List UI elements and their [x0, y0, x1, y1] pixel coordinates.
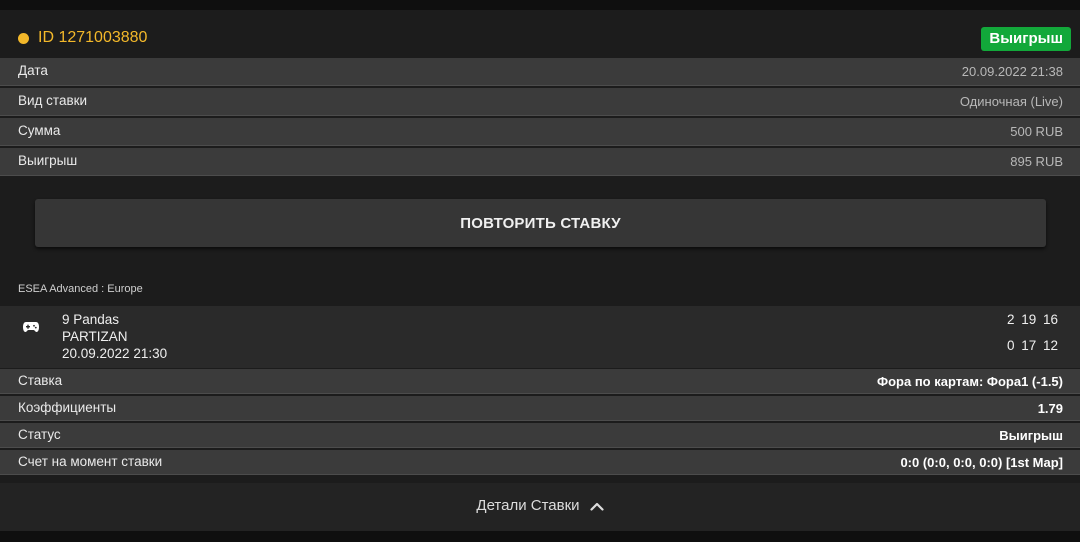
summary-label: Вид ставки: [18, 93, 88, 108]
team-2: PARTIZAN: [62, 329, 128, 344]
detail-label: Статус: [18, 427, 61, 442]
bet-header: ID 1271003880 Выигрыш: [0, 10, 1080, 58]
event-datetime: 20.09.2022 21:30: [62, 346, 168, 361]
team-1: 9 Pandas: [62, 312, 120, 327]
summary-row-bet-type: Вид ставки Одиночная (Live): [0, 88, 1080, 116]
detail-value: Выигрыш: [999, 428, 1063, 443]
summary-row-winnings: Выигрыш 895 RUB: [0, 148, 1080, 176]
bet-details-label: Детали Ставки: [476, 497, 580, 514]
bet-details-footer: Детали Ставки: [0, 483, 1080, 531]
summary-value: 20.09.2022 21:38: [961, 64, 1063, 79]
detail-row-odds: Коэффициенты 1.79: [0, 396, 1080, 421]
repeat-bet-button[interactable]: ПОВТОРИТЬ СТАВКУ: [35, 199, 1046, 247]
detail-value: Фора по картам: Фора1 (-1.5): [877, 374, 1063, 389]
score-team-2: 0 17 12: [1006, 338, 1058, 353]
bet-details-toggle[interactable]: Детали Ставки: [0, 497, 1080, 514]
match-info: 9 Pandas PARTIZAN 20.09.2022 21:30 2 19 …: [0, 306, 1080, 368]
status-dot: [18, 33, 29, 44]
status-badge: Выигрыш: [981, 27, 1071, 51]
summary-value: 500 RUB: [1010, 124, 1063, 139]
detail-value: 0:0 (0:0, 0:0, 0:0) [1st Map]: [900, 455, 1063, 470]
detail-value: 1.79: [1037, 401, 1063, 416]
summary-value: Одиночная (Live): [959, 94, 1063, 109]
summary-label: Сумма: [18, 123, 61, 138]
detail-label: Коэффициенты: [18, 400, 117, 415]
gamepad-icon: [23, 322, 39, 332]
bet-id: ID 1271003880: [38, 29, 148, 46]
bet-summary: Дата 20.09.2022 21:38 Вид ставки Одиночн…: [0, 58, 1080, 178]
detail-row-bet: Ставка Фора по картам: Фора1 (-1.5): [0, 369, 1080, 394]
summary-label: Дата: [18, 63, 48, 78]
detail-row-score: Счет на момент ставки 0:0 (0:0, 0:0, 0:0…: [0, 450, 1080, 475]
chevron-up-icon: [589, 502, 604, 511]
summary-row-amount: Сумма 500 RUB: [0, 118, 1080, 146]
detail-label: Ставка: [18, 373, 63, 388]
bet-details: Ставка Фора по картам: Фора1 (-1.5) Коэф…: [0, 369, 1080, 477]
detail-row-status: Статус Выигрыш: [0, 423, 1080, 448]
bet-card: ID 1271003880 Выигрыш Дата 20.09.2022 21…: [0, 10, 1080, 531]
summary-row-date: Дата 20.09.2022 21:38: [0, 58, 1080, 86]
summary-label: Выигрыш: [18, 153, 78, 168]
detail-label: Счет на момент ставки: [18, 454, 163, 469]
summary-value: 895 RUB: [1010, 154, 1063, 169]
league-name: ESEA Advanced : Europe: [18, 283, 143, 295]
score-team-1: 2 19 16: [1006, 312, 1058, 327]
